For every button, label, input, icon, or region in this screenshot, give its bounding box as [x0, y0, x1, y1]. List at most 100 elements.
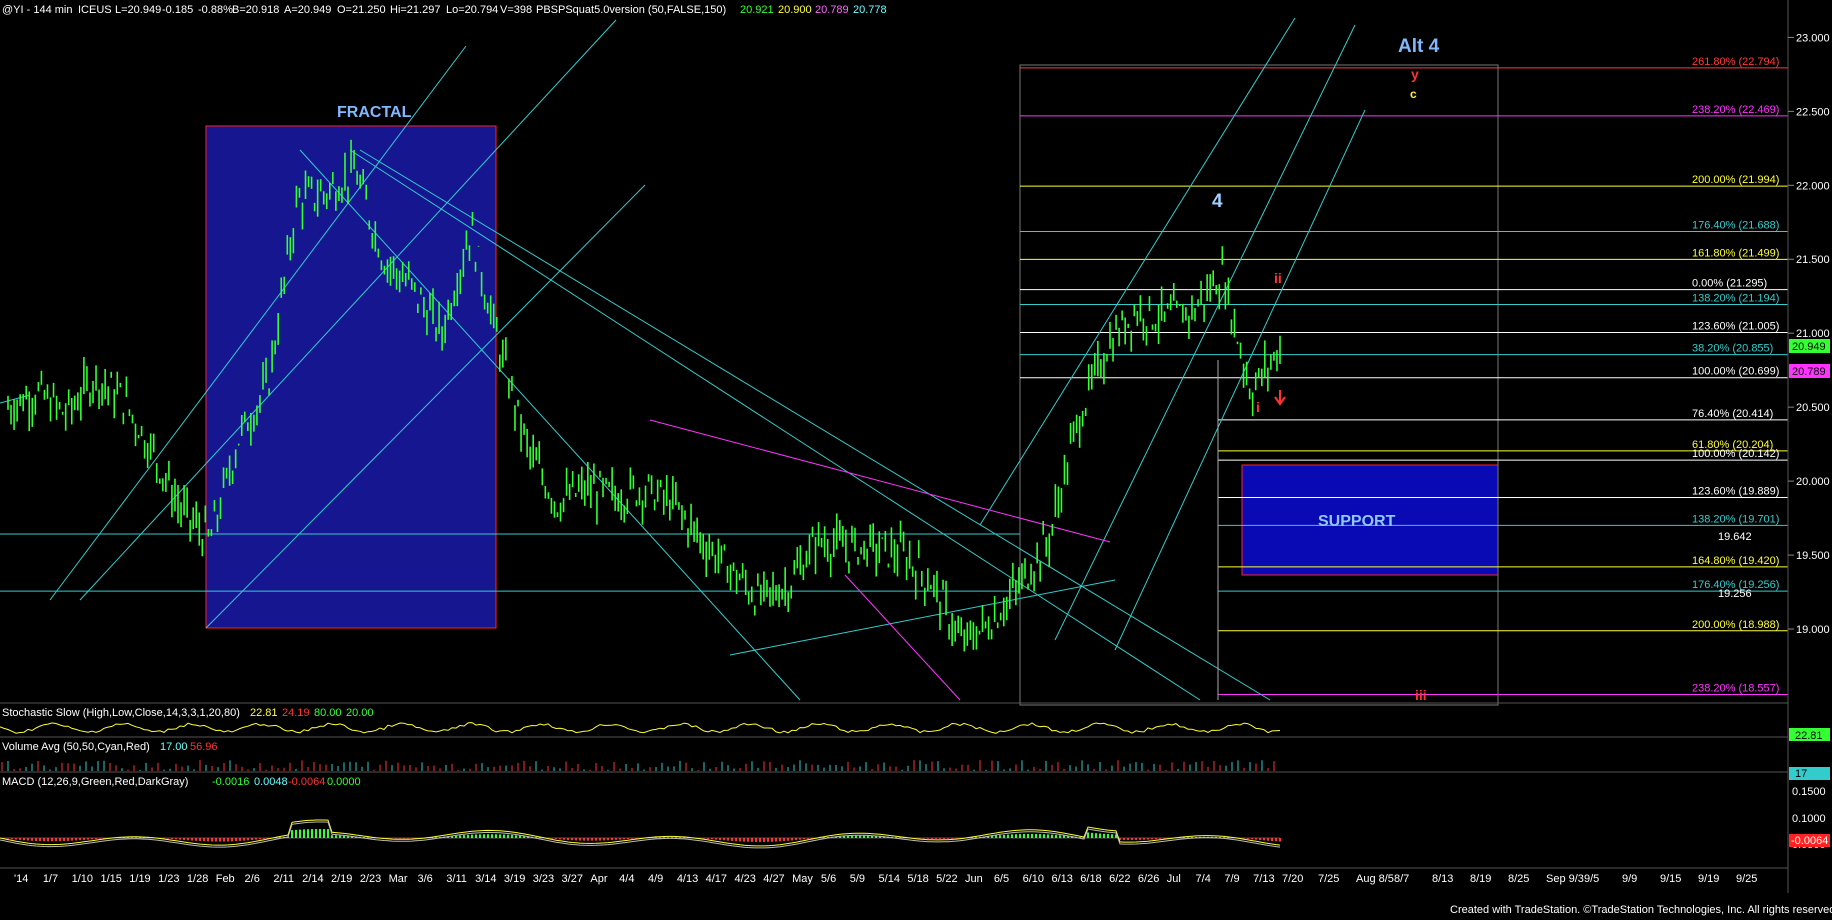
wave4-label: 4	[1212, 191, 1223, 212]
time-tick: 1/10	[72, 873, 93, 885]
fib-label: 138.20% (19.701)	[1692, 513, 1779, 525]
stochastic-axis-value: 22.81	[1795, 730, 1823, 742]
fib-label: 123.60% (21.005)	[1692, 320, 1779, 332]
time-tick: 3/6	[417, 873, 432, 885]
macd-value-3: -0.0064	[288, 776, 325, 788]
time-tick: 6/13	[1051, 873, 1072, 885]
fib-label: 38.20% (20.855)	[1692, 343, 1773, 355]
fib-label: 138.20% (21.194)	[1692, 293, 1779, 305]
time-tick: 4/9	[648, 873, 663, 885]
time-tick: 9/19	[1698, 873, 1719, 885]
time-tick: '14	[14, 873, 28, 885]
fib-label: 238.20% (18.557)	[1692, 683, 1779, 695]
right-mark-2: 19.256	[1718, 588, 1752, 600]
price-tick: 23.000	[1796, 32, 1830, 44]
fib-label: 0.00% (21.295)	[1692, 278, 1767, 290]
stochastic-label: Stochastic Slow (High,Low,Close,14,3,3,1…	[2, 707, 240, 719]
time-tick: 8/7	[1394, 873, 1409, 885]
fib-label: 100.00% (20.142)	[1692, 448, 1779, 460]
time-tick: 1/7	[43, 873, 58, 885]
fib-label: 238.20% (22.469)	[1692, 104, 1779, 116]
price-tick: 20.000	[1796, 476, 1830, 488]
time-tick: 8/25	[1508, 873, 1529, 885]
price-tick: 21.000	[1796, 328, 1830, 340]
time-tick: 7/13	[1253, 873, 1274, 885]
header-exchange: ICEUS	[78, 4, 112, 16]
time-tick: 6/5	[994, 873, 1009, 885]
fib-label: 200.00% (21.994)	[1692, 174, 1779, 186]
time-tick: 3/14	[475, 873, 496, 885]
time-tick: 4/27	[763, 873, 784, 885]
time-tick: 1/19	[129, 873, 150, 885]
macd-value-1: -0.0016	[212, 776, 249, 788]
fib-label: 261.80% (22.794)	[1692, 56, 1779, 68]
fib-label: 100.00% (20.699)	[1692, 366, 1779, 378]
header-high: Hi=21.297	[390, 4, 440, 16]
macd-axis-1: 0.1500	[1792, 786, 1826, 798]
time-tick: 3/27	[562, 873, 583, 885]
price-tick: 22.500	[1796, 106, 1830, 118]
time-tick: 3/19	[504, 873, 525, 885]
header-change-pct: -0.88%	[198, 4, 233, 16]
time-tick: 4/13	[677, 873, 698, 885]
time-tick: 9/15	[1660, 873, 1681, 885]
header-ind-value-3: 20.789	[815, 4, 849, 16]
footer-credit: Created with TradeStation. ©TradeStation…	[1450, 904, 1832, 916]
price-tick: 19.500	[1796, 550, 1830, 562]
time-tick: 9/25	[1736, 873, 1757, 885]
time-tick: 6/10	[1023, 873, 1044, 885]
header-ask: A=20.949	[284, 4, 331, 16]
time-tick: 9/5	[1584, 873, 1599, 885]
macd-value-2: 0.0048	[254, 776, 288, 788]
time-tick: 5/9	[850, 873, 865, 885]
support-label: SUPPORT	[1318, 513, 1396, 530]
volume-value-2: 56.96	[190, 741, 218, 753]
wave-i-label: i	[1256, 399, 1260, 415]
price-tick: 19.000	[1796, 624, 1830, 636]
stochastic-value-4: 20.00	[346, 707, 374, 719]
fractal-box	[205, 125, 497, 629]
stochastic-value-2: 24.19	[282, 707, 310, 719]
time-tick: 2/6	[245, 873, 260, 885]
time-tick: 7/9	[1224, 873, 1239, 885]
time-tick: 1/28	[187, 873, 208, 885]
trading-chart: 261.80% (22.794) 238.20% (22.469) 200.00% …	[0, 0, 1832, 920]
time-tick: Sep 9/3	[1546, 873, 1584, 885]
time-tick: May	[792, 873, 813, 885]
fib-label: 164.80% (19.420)	[1692, 555, 1779, 567]
stochastic-value-3: 80.00	[314, 707, 342, 719]
time-tick: 2/11	[273, 873, 294, 885]
time-tick: 4/23	[734, 873, 755, 885]
time-tick: 2/23	[360, 873, 381, 885]
volume-label: Volume Avg (50,50,Cyan,Red)	[2, 741, 150, 753]
macd-value-4: 0.0000	[327, 776, 361, 788]
time-tick: 5/14	[879, 873, 900, 885]
right-mark-1: 19.642	[1718, 531, 1752, 543]
time-tick: 8/19	[1470, 873, 1491, 885]
wave-ii-label: ii	[1274, 270, 1282, 286]
current-price-label: 20.949	[1792, 341, 1826, 353]
time-tick: Feb	[216, 873, 235, 885]
time-tick: Aug 8/5	[1356, 873, 1394, 885]
time-tick: Jul	[1167, 873, 1181, 885]
fib-label: 200.00% (18.988)	[1692, 619, 1779, 631]
wave-iii-label: iii	[1415, 687, 1427, 703]
fractal-label: FRACTAL	[337, 104, 412, 121]
volume-axis-value: 17	[1795, 768, 1807, 780]
time-tick: 4/17	[706, 873, 727, 885]
wave-c-label: c	[1410, 87, 1417, 101]
time-tick: 7/25	[1318, 873, 1339, 885]
header-ind-value-4: 20.778	[853, 4, 887, 16]
time-tick: 4/4	[619, 873, 634, 885]
time-tick: Mar	[389, 873, 408, 885]
time-tick: 7/20	[1282, 873, 1303, 885]
price-tick: 20.500	[1796, 402, 1830, 414]
header-low: Lo=20.794	[446, 4, 498, 16]
time-tick: 6/22	[1109, 873, 1130, 885]
time-tick: 1/23	[158, 873, 179, 885]
header-ind-value-1: 20.921	[740, 4, 774, 16]
header-indicator: PBSPSquat5.0version (50,FALSE,150)	[536, 4, 726, 16]
header-ind-value-2: 20.900	[778, 4, 812, 16]
fib-label: 176.40% (21.688)	[1692, 219, 1779, 231]
header-bid: B=20.918	[232, 4, 279, 16]
